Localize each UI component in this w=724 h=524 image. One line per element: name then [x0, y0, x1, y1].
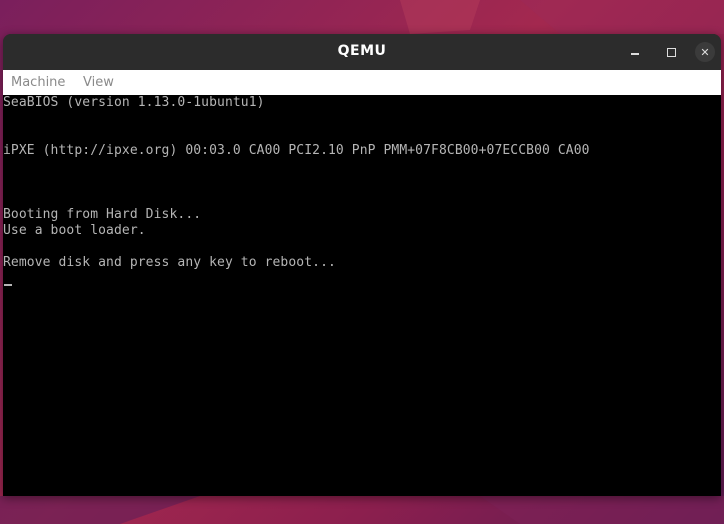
maximize-button[interactable] [661, 42, 681, 62]
close-icon: ✕ [700, 45, 710, 59]
console-line-reboot: Remove disk and press any key to reboot.… [3, 255, 336, 270]
console-line-booting: Booting from Hard Disk... [3, 207, 202, 222]
qemu-window: QEMU ✕ Machine View SeaBIOS (version 1.1… [3, 34, 721, 496]
menu-machine[interactable]: Machine [11, 75, 65, 90]
console-line-seabios: SeaBIOS (version 1.13.0-1ubuntu1) [3, 95, 265, 110]
maximize-icon [666, 47, 676, 57]
vm-console-screen[interactable]: SeaBIOS (version 1.13.0-1ubuntu1) iPXE (… [3, 95, 721, 496]
minimize-button[interactable] [625, 42, 645, 62]
window-title: QEMU [337, 43, 387, 59]
close-button[interactable]: ✕ [695, 42, 715, 62]
menu-view[interactable]: View [83, 75, 114, 90]
minimize-icon [631, 53, 639, 55]
window-titlebar[interactable]: QEMU ✕ [3, 34, 721, 70]
console-line-boot-loader: Use a boot loader. [3, 223, 146, 238]
console-line-ipxe: iPXE (http://ipxe.org) 00:03.0 CA00 PCI2… [3, 143, 590, 158]
text-cursor [4, 284, 12, 286]
menu-bar: Machine View [3, 70, 721, 95]
